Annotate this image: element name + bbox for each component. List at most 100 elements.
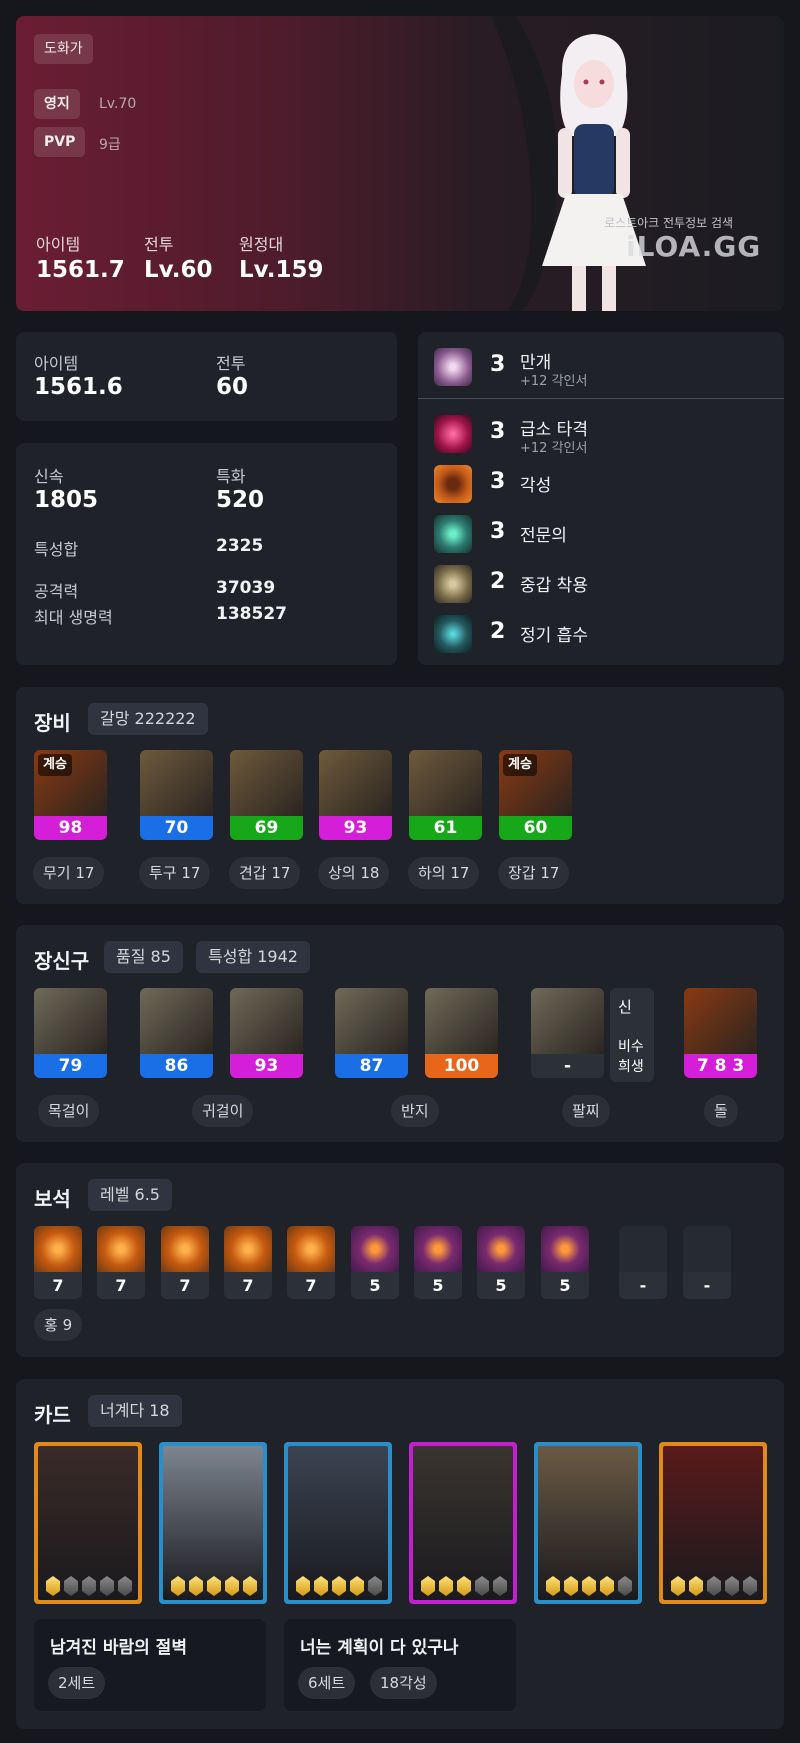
gem-slot[interactable]: 5	[351, 1226, 399, 1299]
ring-icon	[425, 988, 498, 1056]
stone-slot[interactable]: 7 8 3	[684, 988, 757, 1078]
gem-slot[interactable]: 7	[161, 1226, 209, 1299]
equipment-slot-label: 하의 17	[408, 857, 480, 889]
earring-slot[interactable]: 93	[230, 988, 303, 1078]
character-banner: 도화가 영지 Lv.70 PVP 9급 아이템 1561.7 전투 Lv.60 …	[16, 16, 784, 311]
engraving-book: +12 각인서	[520, 374, 588, 389]
specialization-value: 520	[216, 487, 265, 513]
card-slot[interactable]	[284, 1442, 392, 1604]
hero-item-label: 아이템	[36, 235, 81, 254]
quality-value: -	[531, 1054, 604, 1078]
bracelet-tag-dagger: 비수	[618, 1039, 644, 1055]
earring-slot[interactable]: 86	[140, 988, 213, 1078]
shoulder-slot[interactable]: 69	[230, 750, 303, 840]
empty-gem-icon	[619, 1226, 667, 1272]
equipment-slot-label: 상의 18	[318, 857, 390, 889]
card-slot[interactable]	[409, 1442, 517, 1604]
gems-panel: 보석 레벨 6.5 777775555-- 홍 9	[16, 1163, 784, 1357]
card-slot[interactable]	[34, 1442, 142, 1604]
ring-slot[interactable]: 87	[335, 988, 408, 1078]
earring-icon	[140, 988, 213, 1056]
gem-slot[interactable]: -	[619, 1226, 667, 1299]
helmet-icon	[140, 750, 213, 818]
engraving-level: 2	[490, 619, 506, 644]
equipment-title: 장비	[34, 711, 71, 735]
spirit-absorption-icon	[434, 615, 472, 653]
gem-level: 7	[161, 1272, 209, 1299]
gloves-slot[interactable]: 계승 60	[499, 750, 572, 840]
gem-slot[interactable]: 7	[34, 1226, 82, 1299]
quality-value: 79	[34, 1054, 107, 1078]
heavy-armor-icon	[434, 565, 472, 603]
gem-slot[interactable]: 5	[414, 1226, 462, 1299]
quality-value: 98	[34, 816, 107, 840]
bracelet-slot[interactable]: -	[531, 988, 604, 1078]
gem-slot[interactable]: 5	[541, 1226, 589, 1299]
gem-slot[interactable]: 5	[477, 1226, 525, 1299]
bloom-icon	[434, 348, 472, 386]
class-tag: 도화가	[34, 34, 93, 64]
cards-title: 카드	[34, 1403, 71, 1427]
gem-slot[interactable]: 7	[287, 1226, 335, 1299]
necklace-slot[interactable]: 79	[34, 988, 107, 1078]
engraving-row[interactable]: 3 전문의	[418, 509, 784, 555]
pvp-tag: PVP	[34, 127, 86, 157]
card-set-summary: 남겨진 바람의 절벽 2세트	[34, 1619, 266, 1711]
attack-value: 37039	[216, 578, 276, 598]
gem-level: 5	[541, 1272, 589, 1299]
stat-total-label: 특성합	[34, 540, 79, 559]
gem-level: -	[683, 1272, 731, 1299]
gem-icon	[224, 1226, 272, 1272]
ring-icon	[335, 988, 408, 1056]
gem-slot[interactable]: 7	[224, 1226, 272, 1299]
gem-icon	[541, 1226, 589, 1272]
gem-icon	[34, 1226, 82, 1272]
earring-label: 귀걸이	[192, 1095, 254, 1127]
weapon-slot[interactable]: 계승 98	[34, 750, 107, 840]
card-set-summary: 너는 계획이 다 있구나 6세트 18각성	[284, 1619, 516, 1711]
ring-slot[interactable]: 100	[425, 988, 498, 1078]
engraving-row[interactable]: 2 정기 흡수	[418, 609, 784, 655]
equipment-set-badge: 갈망 222222	[88, 703, 208, 735]
gems-title: 보석	[34, 1187, 71, 1211]
card-set-count-badge: 2세트	[48, 1667, 106, 1699]
quality-value: 70	[140, 816, 213, 840]
gem-icon	[351, 1226, 399, 1272]
card-set-count-badge: 6세트	[298, 1667, 356, 1699]
card-slot[interactable]	[659, 1442, 767, 1604]
gem-level: 7	[224, 1272, 272, 1299]
swiftness-label: 신속	[34, 467, 64, 486]
gem-slot[interactable]: -	[683, 1226, 731, 1299]
bracelet-tag-special: 신	[618, 998, 632, 1016]
bracelet-tag-sacrifice: 희생	[618, 1059, 644, 1075]
quality-value: 69	[230, 816, 303, 840]
gem-level: 5	[414, 1272, 462, 1299]
engraving-row[interactable]: 2 중갑 착용	[418, 559, 784, 605]
engraving-row[interactable]: 3 만개 +12 각인서	[418, 342, 784, 389]
stat-total-value: 2325	[216, 536, 264, 556]
pants-slot[interactable]: 61	[409, 750, 482, 840]
stone-icon	[684, 988, 757, 1056]
gem-slot[interactable]: 7	[97, 1226, 145, 1299]
quality-value: 61	[409, 816, 482, 840]
earring-icon	[230, 988, 303, 1056]
engraving-row[interactable]: 3 급소 타격 +12 각인서	[418, 409, 784, 456]
gem-icon	[477, 1226, 525, 1272]
summary-combat-value: 60	[216, 374, 249, 400]
awakening-icon	[434, 465, 472, 503]
gem-summary-badge: 홍 9	[34, 1309, 83, 1341]
combat-stats-panel: 신속 1805 특화 520 특성합 2325 공격력 37039 최대 생명력…	[16, 443, 397, 665]
chest-slot[interactable]: 93	[319, 750, 392, 840]
gem-icon	[161, 1226, 209, 1272]
card-slot[interactable]	[159, 1442, 267, 1604]
card-slot[interactable]	[534, 1442, 642, 1604]
cards-panel: 카드 너계다 18 남겨진 바람의 절벽 2세트 너는 계획이 다 있구나 6세…	[16, 1379, 784, 1729]
necklace-icon	[34, 988, 107, 1056]
equipment-slot-label: 무기 17	[33, 857, 105, 889]
engraving-row[interactable]: 3 각성	[418, 459, 784, 505]
swiftness-value: 1805	[34, 487, 99, 513]
helmet-slot[interactable]: 70	[140, 750, 213, 840]
engraving-divider	[418, 398, 784, 399]
gem-level: 5	[477, 1272, 525, 1299]
stone-label: 돌	[704, 1095, 738, 1127]
